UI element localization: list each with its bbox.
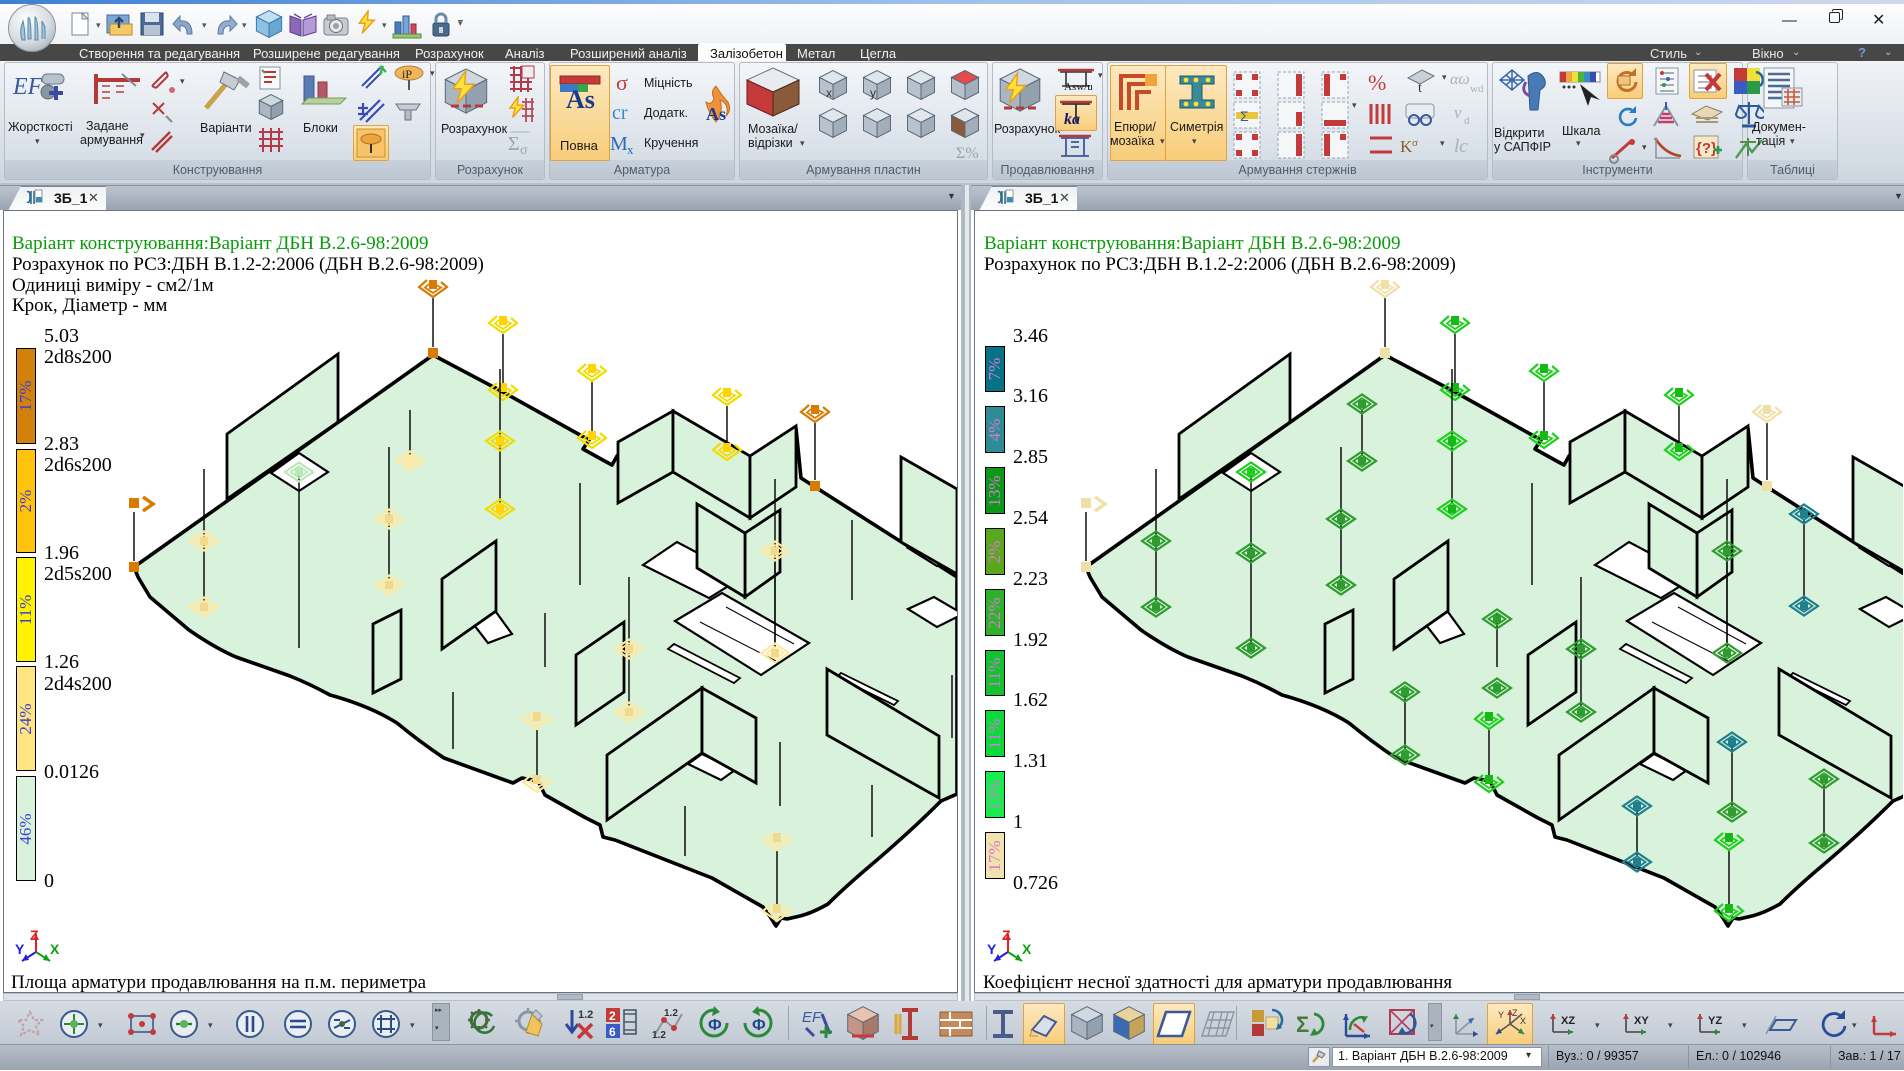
svg-text:Σ%: Σ%: [956, 145, 979, 162]
svg-text:αω: αω: [1450, 71, 1470, 88]
svg-text:XZ: XZ: [1561, 1015, 1575, 1027]
svg-text:iP: iP: [402, 67, 412, 81]
svg-text:X: X: [1520, 1016, 1526, 1026]
svg-text:{?}: {?}: [1696, 140, 1717, 157]
svg-text:EF: EF: [802, 1009, 822, 1026]
svg-text:1.2: 1.2: [664, 1008, 678, 1019]
svg-text:cr: cr: [612, 102, 628, 124]
svg-text:%: %: [1368, 70, 1386, 95]
svg-text:Y: Y: [1498, 1010, 1504, 1020]
svg-text:Asw/u: Asw/u: [1064, 81, 1093, 92]
svg-text:Σ: Σ: [1240, 108, 1249, 124]
svg-text:1.2: 1.2: [578, 1009, 593, 1021]
svg-text:σ: σ: [520, 143, 528, 158]
svg-text:Σ: Σ: [508, 133, 520, 155]
svg-text:XY: XY: [1634, 1015, 1649, 1027]
svg-text:EF: EF: [12, 74, 43, 100]
svg-text:1.2: 1.2: [652, 1030, 666, 1041]
svg-text:Z: Z: [30, 928, 39, 943]
svg-text:d: d: [1464, 115, 1470, 126]
svg-text:As: As: [706, 104, 726, 124]
svg-text:Ф: Ф: [752, 1017, 766, 1034]
svg-text:Z: Z: [1512, 1008, 1518, 1018]
svg-text:6: 6: [609, 1025, 616, 1039]
svg-text:YZ: YZ: [1708, 1015, 1722, 1027]
svg-text:Z: Z: [1002, 928, 1011, 943]
svg-text:X: X: [50, 941, 60, 957]
svg-text:Σ: Σ: [1296, 1012, 1309, 1037]
svg-text:M: M: [610, 133, 628, 155]
svg-text:Y: Y: [987, 941, 997, 957]
svg-text:wd: wd: [1470, 83, 1484, 94]
svg-text:Ф: Ф: [708, 1017, 722, 1034]
svg-text:As: As: [566, 85, 595, 110]
svg-text:ka: ka: [1064, 111, 1080, 128]
svg-text:σ: σ: [616, 70, 628, 94]
svg-text:X: X: [1022, 941, 1032, 957]
svg-text:x: x: [627, 142, 634, 156]
svg-text:2: 2: [609, 1009, 616, 1023]
svg-text:lc: lc: [1454, 136, 1468, 157]
svg-text:Y: Y: [15, 941, 25, 957]
svg-text:t: t: [1418, 81, 1422, 96]
svg-text:σ: σ: [1412, 137, 1418, 149]
svg-text:ν: ν: [1454, 103, 1462, 122]
